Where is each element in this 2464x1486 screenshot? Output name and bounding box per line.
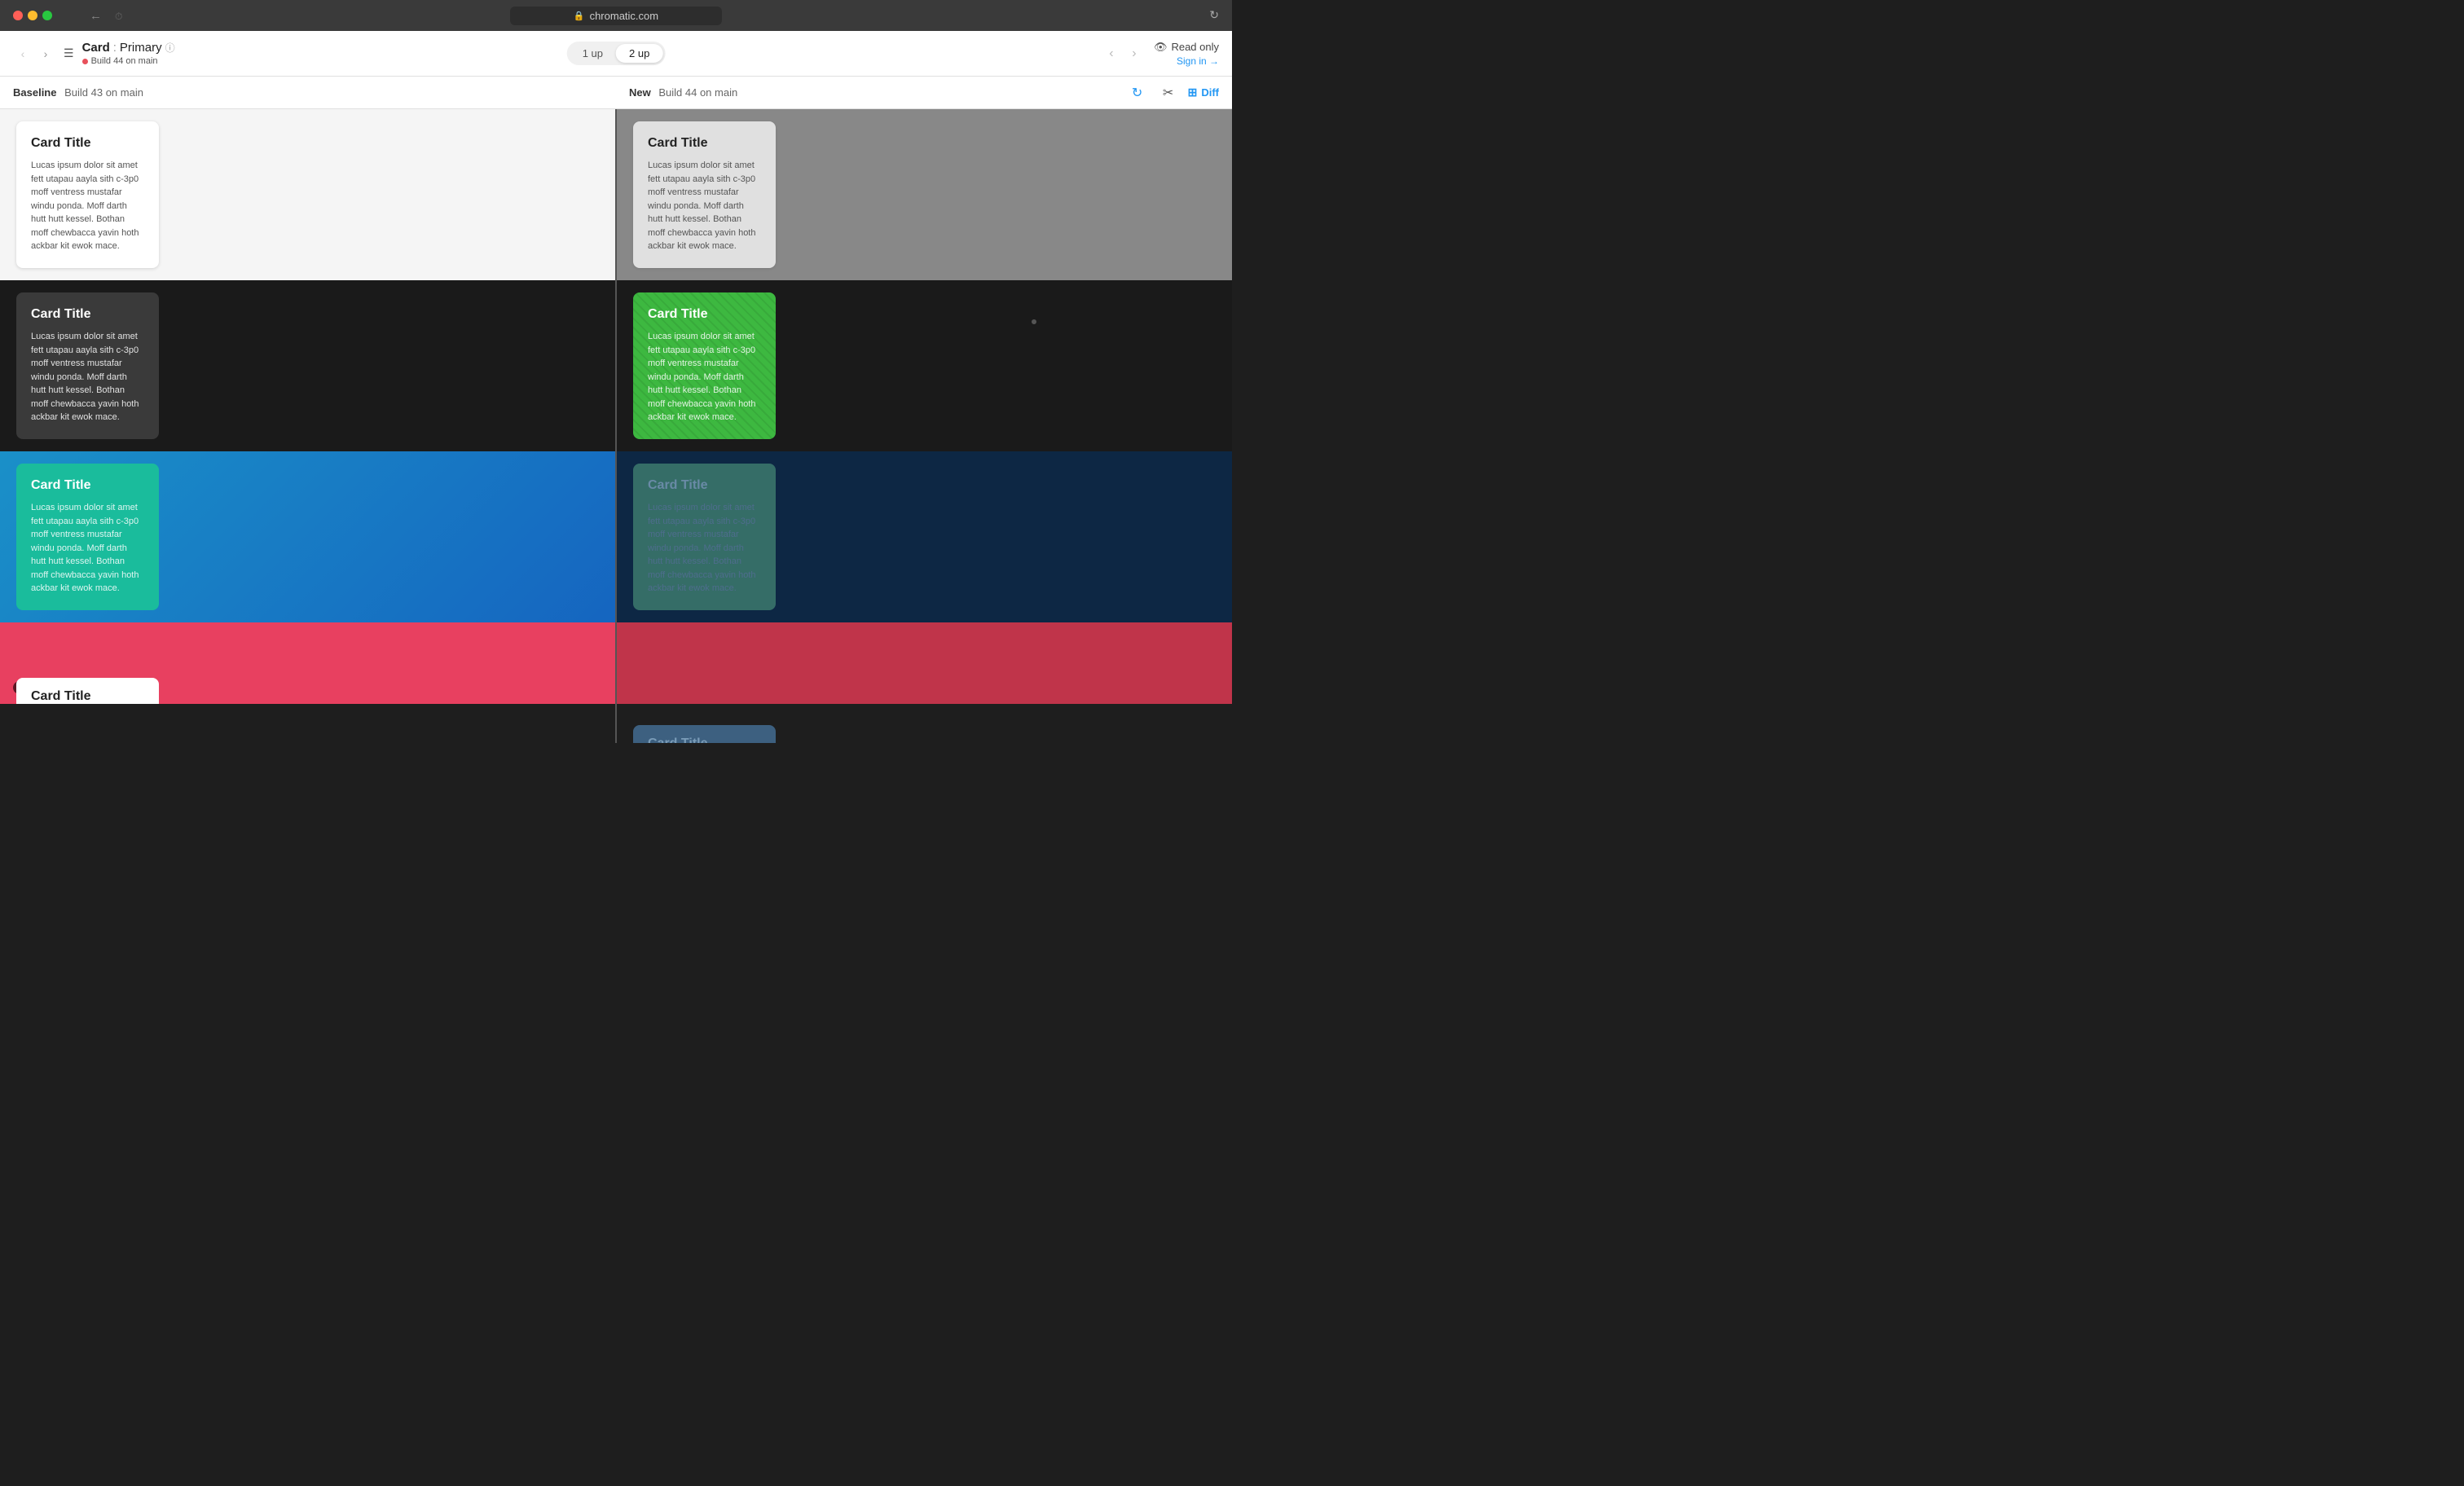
view-toggle: 1 up 2 up: [567, 42, 666, 65]
cursor-indicator: [1032, 319, 1036, 324]
header-right: ‹ › 👁 Read only Sign in →: [1102, 41, 1219, 67]
lock-icon: 🔒: [574, 11, 585, 21]
card-text-teal: Lucas ipsum dolor sit amet fett utapau a…: [31, 501, 144, 596]
sync-icon[interactable]: ↻: [1126, 81, 1149, 104]
comparison-bar: Baseline Build 43 on main New Build 44 o…: [0, 77, 1232, 109]
diff-label: Diff: [1201, 86, 1219, 99]
minimize-button[interactable]: [28, 11, 37, 20]
card-title-partial: Card Title: [31, 689, 144, 704]
eye-icon: 👁: [1154, 41, 1168, 54]
back-nav-icon[interactable]: ←: [90, 9, 102, 23]
build-badge: Build 44 on main: [82, 56, 175, 66]
sidebar-toggle-icon[interactable]: ☰: [64, 46, 74, 60]
url-text: chromatic.com: [590, 10, 659, 22]
story-next-icon[interactable]: ›: [36, 44, 55, 64]
card-muted-teal: Card Title Lucas ipsum dolor sit amet fe…: [633, 464, 776, 610]
maximize-button[interactable]: [42, 11, 52, 20]
title-separator: :: [113, 41, 117, 55]
scissors-icon[interactable]: ✂: [1157, 81, 1180, 104]
card-title: Card Title: [31, 136, 144, 151]
view-2up-btn[interactable]: 2 up: [616, 44, 662, 63]
new-row-3: Card Title Lucas ipsum dolor sit amet fe…: [617, 451, 1232, 622]
partial-card-row4: Card Title: [16, 678, 159, 712]
card-title-dark: Card Title: [31, 307, 144, 322]
browser-chrome: ← ⏱ 🔒 chromatic.com ↻: [0, 0, 1232, 31]
view-1up-btn[interactable]: 1 up: [570, 44, 616, 63]
card-dark: Card Title Lucas ipsum dolor sit amet fe…: [16, 292, 159, 439]
new-label-section: New Build 44 on main ↻ ✂ ⊞ Diff: [616, 81, 1232, 104]
card-green-patterned: Card Title Lucas ipsum dolor sit amet fe…: [633, 292, 776, 439]
diff-button[interactable]: ⊞ Diff: [1188, 86, 1219, 99]
new-build-info: New Build 44 on main: [629, 86, 737, 99]
info-icon[interactable]: ⓘ: [165, 41, 175, 55]
new-row-2: Card Title Lucas ipsum dolor sit amet fe…: [617, 280, 1232, 451]
story-nav-arrows: ‹ ›: [13, 44, 55, 64]
new-row-4: Card Title: [617, 622, 1232, 704]
card-text-gray: Lucas ipsum dolor sit amet fett utapau a…: [648, 159, 761, 253]
story-name: Primary: [120, 41, 162, 55]
baseline-row-2: Card Title Lucas ipsum dolor sit amet fe…: [0, 280, 615, 451]
build-status-dot: [82, 59, 88, 64]
card-title-muted: Card Title: [648, 478, 761, 493]
partial-card-new-row4: Card Title: [633, 725, 776, 743]
baseline-type-label: Baseline: [13, 86, 56, 99]
card-title-green: Card Title: [648, 307, 761, 322]
read-only-label: 👁 Read only: [1154, 41, 1219, 54]
card-text: Lucas ipsum dolor sit amet fett utapau a…: [31, 159, 144, 253]
build-label: Build 44 on main: [91, 56, 158, 66]
card-title-gray: Card Title: [648, 136, 761, 151]
card-gray: Card Title Lucas ipsum dolor sit amet fe…: [633, 121, 776, 268]
comparison-actions: ↻ ✂ ⊞ Diff: [1126, 81, 1219, 104]
new-type-label: New: [629, 86, 651, 99]
main-content: Card Title Lucas ipsum dolor sit amet fe…: [0, 109, 1232, 743]
story-title: Card : Primary ⓘ: [82, 41, 175, 55]
new-row-1: Card Title Lucas ipsum dolor sit amet fe…: [617, 109, 1232, 280]
card-title-partial-new: Card Title: [648, 736, 761, 743]
read-only-section: 👁 Read only Sign in →: [1154, 41, 1219, 67]
header-left: ‹ › ☰ Card : Primary ⓘ Build 44 on main: [13, 41, 175, 66]
read-only-text: Read only: [1171, 41, 1219, 53]
baseline-row-1: Card Title Lucas ipsum dolor sit amet fe…: [0, 109, 615, 280]
traffic-lights: [13, 11, 52, 20]
app-header: ‹ › ☰ Card : Primary ⓘ Build 44 on main …: [0, 31, 1232, 77]
history-icon[interactable]: ⏱: [115, 11, 122, 23]
sign-in-link[interactable]: Sign in →: [1177, 55, 1219, 67]
baseline-label-section: Baseline Build 43 on main: [0, 86, 616, 99]
baseline-panel: Card Title Lucas ipsum dolor sit amet fe…: [0, 109, 615, 743]
card-teal: Card Title Lucas ipsum dolor sit amet fe…: [16, 464, 159, 610]
story-prev-icon[interactable]: ‹: [13, 44, 33, 64]
new-build-label: Build 44 on main: [658, 86, 737, 99]
view-toggle-group: 1 up 2 up: [567, 42, 666, 65]
baseline-build-label: Build 43 on main: [64, 86, 143, 99]
url-bar[interactable]: 🔒 chromatic.com: [510, 7, 722, 25]
card-text-dark: Lucas ipsum dolor sit amet fett utapau a…: [31, 330, 144, 424]
close-button[interactable]: [13, 11, 23, 20]
comparison-next-icon[interactable]: ›: [1124, 44, 1144, 64]
comparison-prev-icon[interactable]: ‹: [1102, 44, 1121, 64]
component-name: Card: [82, 41, 110, 55]
diff-icon: ⊞: [1188, 86, 1198, 99]
card-text-green: Lucas ipsum dolor sit amet fett utapau a…: [648, 330, 761, 424]
comparison-nav: ‹ ›: [1102, 44, 1144, 64]
baseline-row-3: Card Title Lucas ipsum dolor sit amet fe…: [0, 451, 615, 622]
card-white: Card Title Lucas ipsum dolor sit amet fe…: [16, 121, 159, 268]
new-panel: Card Title Lucas ipsum dolor sit amet fe…: [617, 109, 1232, 743]
refresh-icon[interactable]: ↻: [1209, 8, 1219, 23]
card-text-muted: Lucas ipsum dolor sit amet fett utapau a…: [648, 501, 761, 596]
baseline-row-4: ♥ MADE WITH GIFOX Card Title: [0, 622, 615, 704]
card-title-teal: Card Title: [31, 478, 144, 493]
